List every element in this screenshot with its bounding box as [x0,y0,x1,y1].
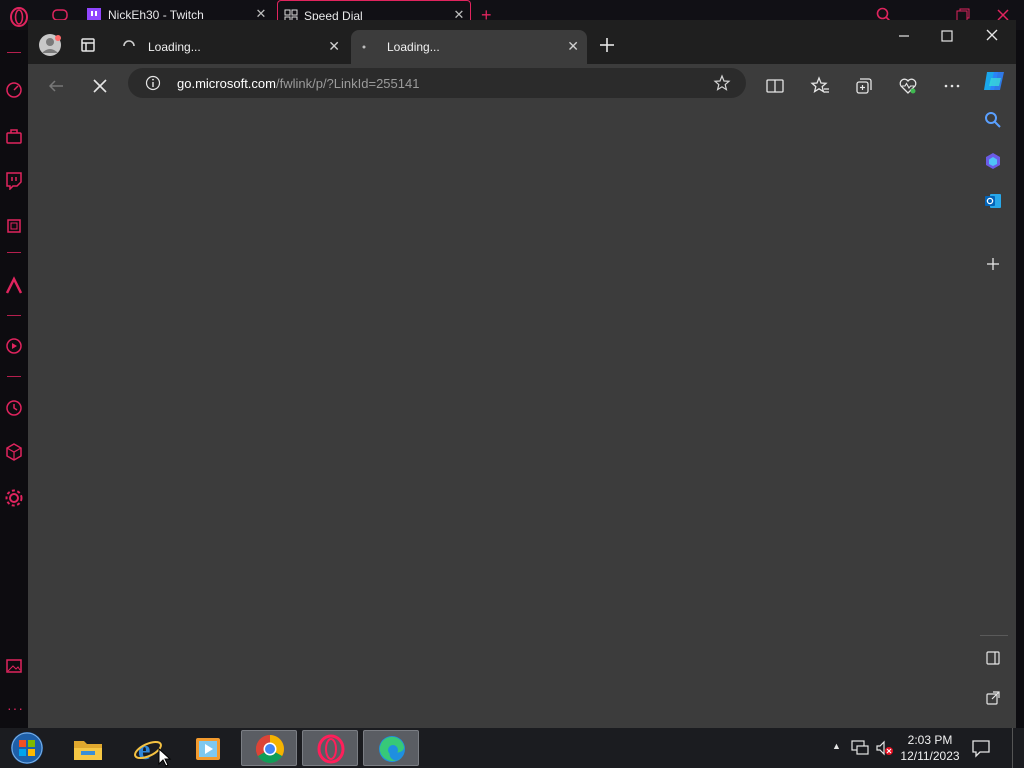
maximize-icon[interactable] [935,26,959,46]
aria-icon[interactable] [4,276,24,296]
windows-taskbar: e ▲ 2:03 PM 12/11/2023 [0,728,1024,768]
clock-time: 2:03 PM [907,733,953,747]
taskbar-file-explorer[interactable] [60,730,116,766]
history-icon[interactable] [4,398,24,418]
close-icon[interactable]: ✕ [254,7,268,21]
close-window-icon[interactable] [980,26,1004,46]
hide-sidebar-icon[interactable] [985,650,1001,666]
divider [980,635,1008,636]
tab-label: Loading... [148,40,201,54]
settings-gear-icon[interactable] [4,488,24,508]
edge-window: Loading... ✕ Loading... ✕ go.microsoft.c… [28,20,1016,728]
volume-muted-icon[interactable] [875,740,895,756]
clock-date: 12/11/2023 [900,749,960,763]
outlook-icon[interactable] [984,192,1002,210]
image-icon[interactable] [4,656,24,676]
cube-icon[interactable] [4,442,24,462]
system-clock[interactable]: 2:03 PM 12/11/2023 [900,732,960,764]
page-content-loading [28,108,978,728]
taskbar-media-player[interactable] [180,730,236,766]
back-arrow-icon[interactable] [46,76,66,96]
address-bar[interactable]: go.microsoft.com/fwlink/p/?LinkId=255141 [128,68,746,98]
edge-icon [379,736,405,762]
tab-label: Loading... [387,40,440,54]
new-tab-plus-icon[interactable] [598,36,616,54]
divider [7,376,21,377]
taskbar-opera-gx[interactable] [302,730,358,766]
opera-logo-icon[interactable] [8,6,30,28]
loading-spinner-icon [123,40,135,47]
favorite-star-icon[interactable] [713,74,731,92]
divider [7,52,21,53]
show-desktop-button[interactable] [1012,728,1024,768]
open-external-icon[interactable] [985,690,1001,706]
divider [7,252,21,253]
edge-tab-1[interactable]: Loading... ✕ [112,30,348,64]
edge-sidebar [978,64,1016,728]
taskbar-internet-explorer[interactable]: e [120,730,176,767]
copilot-icon[interactable] [981,68,1007,94]
player-icon[interactable] [4,336,24,356]
divider [7,315,21,316]
twitch-icon[interactable] [4,170,24,190]
close-icon[interactable]: ✕ [567,38,579,55]
stop-loading-icon[interactable] [90,76,110,96]
tab-actions-icon[interactable] [80,37,96,53]
shopping-bag-icon[interactable] [4,126,24,146]
opera-window-edge [1016,30,1024,728]
browser-essentials-icon[interactable] [898,76,918,96]
edge-tab-strip: Loading... ✕ Loading... ✕ [28,20,1016,64]
site-info-icon[interactable] [145,75,161,91]
edge-toolbar: go.microsoft.com/fwlink/p/?LinkId=255141 [28,64,1016,108]
svg-text:e: e [138,735,150,764]
folder-icon [74,741,102,760]
taskbar-edge[interactable] [363,730,419,766]
show-hidden-icons-arrow-icon[interactable]: ▲ [832,741,841,751]
split-screen-icon[interactable] [765,76,785,96]
more-options-icon[interactable] [942,76,962,96]
profile-avatar[interactable] [38,33,62,57]
loading-dot-icon [362,45,366,49]
url-host: go.microsoft.com [177,76,276,91]
start-button-windows-icon[interactable] [8,730,46,766]
opera-gx-icon [317,734,345,764]
mouse-cursor-icon [158,748,172,767]
search-icon[interactable] [984,111,1002,129]
favorites-icon[interactable] [810,76,830,96]
more-icon[interactable]: ··· [7,700,24,716]
collections-icon[interactable] [854,76,874,96]
url-path: /fwlink/p/?LinkId=255141 [275,76,420,91]
chrome-icon [256,735,284,763]
add-plus-icon[interactable] [986,257,1000,271]
speedometer-icon[interactable] [4,80,24,100]
url-text: go.microsoft.com/fwlink/p/?LinkId=255141 [177,76,419,91]
media-player-icon [196,738,220,760]
taskbar-chrome[interactable] [241,730,297,766]
cpu-limiter-icon[interactable] [4,216,24,236]
network-icon[interactable] [851,740,869,756]
opera-sidebar: ··· [0,30,28,728]
action-center-icon[interactable] [971,738,991,758]
close-icon[interactable]: ✕ [328,38,340,55]
edge-tab-2-active[interactable]: Loading... ✕ [351,30,587,64]
microsoft-365-icon[interactable] [984,152,1002,170]
minimize-icon[interactable] [892,26,916,46]
